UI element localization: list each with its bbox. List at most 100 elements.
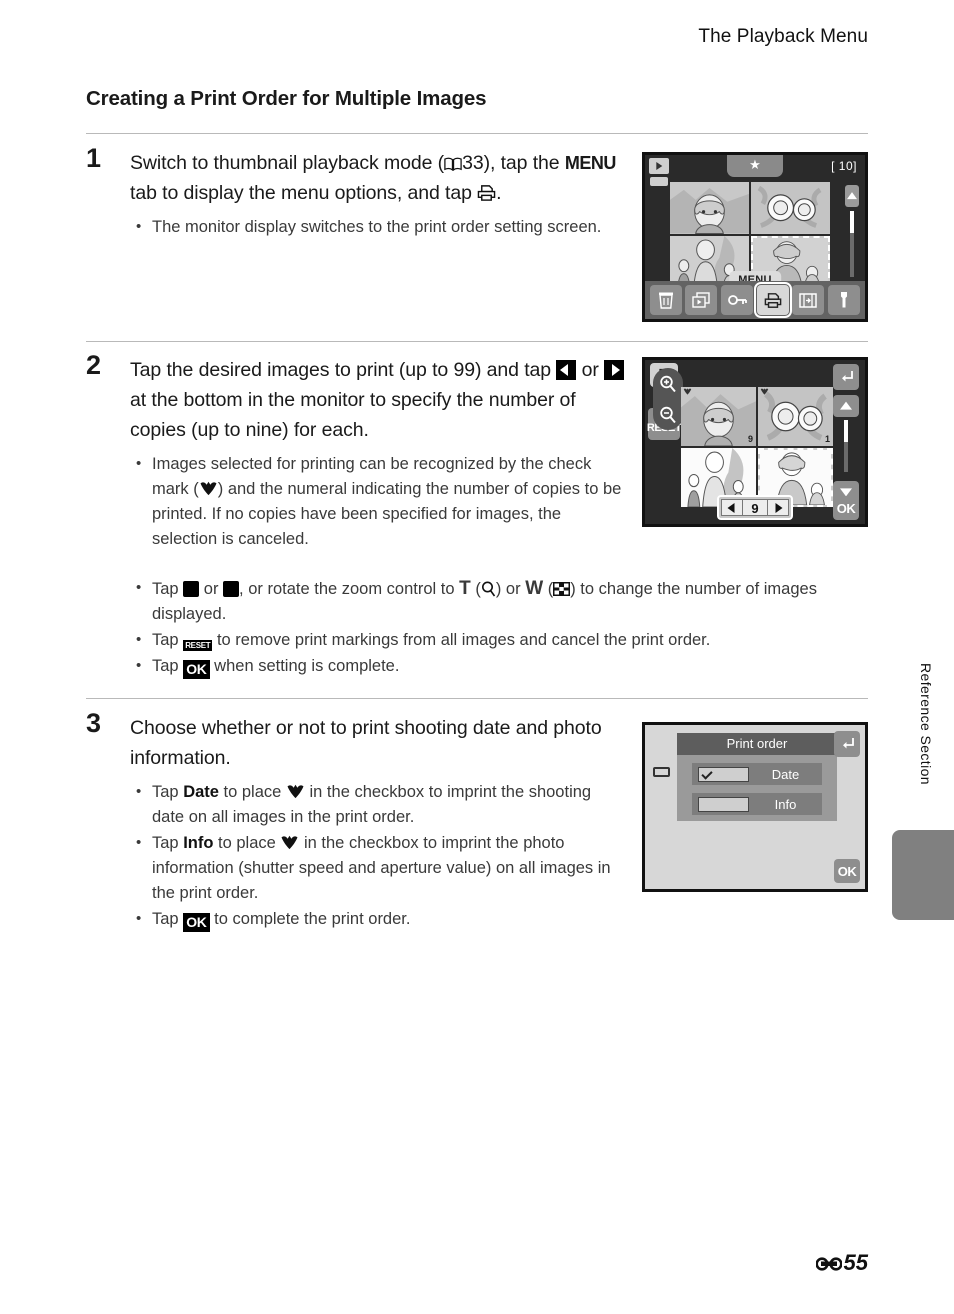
favorites-tab[interactable]: ★ [727, 155, 783, 177]
option-row-date[interactable]: Date [692, 763, 822, 785]
scroll-up-button[interactable] [833, 395, 859, 417]
step-2-wide-bullets: Tap or , or rotate the zoom control to T… [130, 575, 890, 680]
scroll-thumb[interactable] [850, 211, 854, 233]
back-button[interactable] [834, 731, 860, 757]
bullet: The monitor display switches to the prin… [130, 214, 626, 240]
delete-button[interactable] [649, 285, 682, 315]
bullet: Tap OK to complete the print order. [130, 906, 626, 932]
step-1-lead: Switch to thumbnail playback mode (33), … [130, 148, 626, 208]
print-order-dialog: Print order Date Info [677, 733, 837, 821]
bullet: Tap or , or rotate the zoom control to T… [130, 575, 890, 627]
copy-count-badge: 9 [747, 434, 753, 444]
divider [86, 341, 868, 342]
bullet-text-b: ) and the numeral indicating the number … [152, 480, 622, 548]
bullet-text: when setting is complete. [209, 657, 400, 675]
zoom-out-icon[interactable] [659, 406, 677, 424]
left-arrow-icon [556, 360, 577, 380]
scroll-up-icon[interactable] [845, 185, 859, 207]
info-option-label: Info [183, 834, 214, 852]
zoom-out-icon [223, 581, 240, 597]
date-checkbox[interactable] [698, 766, 749, 782]
section-side-label: Reference Section [918, 663, 934, 785]
trash-icon [658, 292, 673, 309]
bullet: Tap OK when setting is complete. [130, 653, 890, 679]
bullet-text: ( [470, 580, 481, 598]
step-1-text-c: tab to display the menu options, and tap [130, 182, 478, 204]
back-icon [842, 738, 854, 749]
date-label: Date [771, 766, 800, 782]
bullet: Images selected for printing can be reco… [130, 451, 626, 552]
thumbnail-item[interactable] [670, 182, 749, 234]
key-icon [727, 295, 747, 305]
screen2-right-controls: OK [833, 364, 861, 520]
book-reference-icon [444, 157, 462, 171]
option-row-info[interactable]: Info [692, 793, 822, 815]
bullet-text: to place [213, 834, 281, 852]
zoom-in-icon[interactable] [659, 375, 677, 393]
thumbnail-item[interactable] [751, 182, 830, 234]
thumbnail-item[interactable]: 1 [758, 387, 833, 446]
resize-icon [799, 292, 818, 308]
decrease-copies-button[interactable] [721, 499, 743, 516]
check-mark-icon [287, 784, 304, 799]
bullet-text: Tap [152, 783, 184, 801]
ok-icon: OK [183, 913, 210, 932]
info-label: Info [774, 796, 797, 812]
right-arrow-icon [604, 360, 625, 380]
resize-button[interactable] [792, 285, 825, 315]
protect-button[interactable] [721, 285, 754, 315]
scroll-thumb[interactable] [844, 420, 848, 442]
step-number: 2 [86, 350, 102, 380]
screen1-status-bar: ★ [ 10] [645, 155, 865, 186]
printer-icon [764, 292, 782, 308]
info-checkbox[interactable] [698, 796, 749, 812]
check-mark-icon [281, 835, 298, 850]
date-option-label: Date [183, 783, 219, 801]
check-mark-icon [760, 388, 769, 395]
copies-counter-control[interactable]: 9 [717, 495, 793, 520]
step-2-text-b: or [576, 359, 605, 381]
step-2-text-a: Tap the desired images to print (up to 9… [130, 359, 557, 381]
ok-icon: OK [183, 660, 210, 679]
step-2: 2 Tap the desired images to print (up to… [86, 350, 626, 553]
step-3: 3 Choose whether or not to print shootin… [86, 708, 626, 933]
scroll-track[interactable] [844, 420, 848, 472]
ok-button[interactable]: OK [834, 859, 860, 883]
menu-tab-glyph: MENU [564, 153, 617, 173]
bullet-text: ( [543, 580, 554, 598]
back-icon [841, 371, 853, 382]
bullet-text: Tap [152, 631, 184, 649]
setup-button[interactable] [828, 285, 861, 315]
camera-screen-print-order-selection: RESET 9 [642, 357, 868, 527]
screen1-scrollbar[interactable] [845, 185, 859, 277]
ok-button[interactable]: OK [833, 496, 859, 520]
divider [86, 133, 868, 134]
tele-label: T [459, 578, 471, 599]
printer-icon [477, 185, 496, 201]
page-footer: 55 [815, 1250, 868, 1276]
playback-mode-icon [649, 158, 669, 174]
camera-screen-thumbnail-menu: ★ [ 10] MENU [642, 152, 868, 322]
camera-screen-print-order-dialog: Print order Date Info OK [642, 722, 868, 892]
magnifier-icon [481, 581, 495, 597]
thumbnail-item[interactable]: 9 [681, 387, 756, 446]
frame-count: [ 10] [831, 159, 857, 173]
screen1-menu-bar [645, 281, 865, 319]
step-1: 1 Switch to thumbnail playback mode (33)… [86, 143, 626, 241]
bullet-text: Tap [152, 910, 184, 928]
bullet-text: Tap [152, 580, 184, 598]
print-order-button[interactable] [753, 282, 792, 318]
bullet-text: , or rotate the zoom control to [239, 580, 460, 598]
bullet: Tap Date to place in the checkbox to imp… [130, 779, 626, 830]
step-1-text-d: . [496, 182, 502, 204]
reference-section-icon [815, 1256, 842, 1271]
reset-icon: RESET [183, 640, 213, 651]
step-3-bullets: Tap Date to place in the checkbox to imp… [130, 779, 626, 932]
screen2-left-controls: RESET [647, 363, 683, 440]
scroll-track[interactable] [850, 211, 854, 277]
back-button[interactable] [833, 364, 859, 390]
bullet: Tap Info to place in the checkbox to imp… [130, 830, 626, 906]
thumbnail-grid-icon [553, 582, 571, 596]
increase-copies-button[interactable] [767, 499, 789, 516]
slideshow-button[interactable] [685, 285, 718, 315]
